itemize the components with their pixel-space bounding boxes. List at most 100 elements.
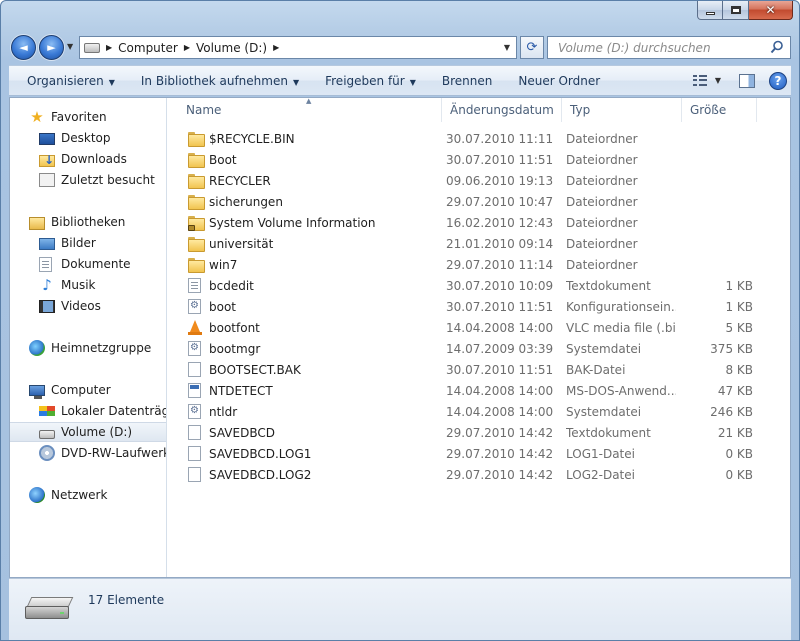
- file-row[interactable]: bootmgr 14.07.2009 03:39 Systemdatei 375 KB: [168, 338, 790, 359]
- navigation-pane: ★ Favoriten Desktop Downloads Zuletzt bes…: [10, 98, 167, 577]
- sidebar-libraries[interactable]: Bibliotheken: [10, 212, 166, 232]
- sidebar-item-desktop[interactable]: Desktop: [10, 128, 166, 148]
- breadcrumb-separator-icon[interactable]: ▶: [273, 43, 279, 52]
- sidebar-item-label: Desktop: [61, 131, 111, 145]
- sidebar-item-label: Favoriten: [51, 110, 107, 124]
- file-date-cell: 29.07.2010 14:42: [446, 425, 554, 440]
- file-name-cell: $RECYCLE.BIN: [188, 128, 438, 149]
- sidebar-item-music[interactable]: ♪ Musik: [10, 275, 166, 295]
- file-row[interactable]: $RECYCLE.BIN 30.07.2010 11:11 Dateiordner: [168, 128, 790, 149]
- file-row[interactable]: SAVEDBCD.LOG1 29.07.2010 14:42 LOG1-Datei 0…: [168, 443, 790, 464]
- file-row[interactable]: universität 21.01.2010 09:14 Dateiordner: [168, 233, 790, 254]
- breadcrumb-volume-d[interactable]: Volume (D:): [196, 41, 267, 55]
- sidebar-item-volume-d[interactable]: Volume (D:): [10, 422, 166, 442]
- file-date-cell: 14.04.2008 14:00: [446, 404, 554, 419]
- file-row[interactable]: boot 30.07.2010 11:51 Konfigurationsein...…: [168, 296, 790, 317]
- file-name: SAVEDBCD: [209, 425, 275, 440]
- dvd-drive-icon: [39, 445, 55, 461]
- sidebar-item-label: Volume (D:): [61, 425, 133, 439]
- sidebar-homegroup[interactable]: Heimnetzgruppe: [10, 338, 166, 358]
- breadcrumb-separator-icon[interactable]: ▶: [184, 43, 190, 52]
- address-history-dropdown[interactable]: ▼: [504, 43, 510, 52]
- file-size-cell: 375 KB: [710, 341, 753, 356]
- downloads-icon: [39, 153, 55, 167]
- burn-button[interactable]: Brennen: [434, 74, 500, 88]
- back-button[interactable]: ◄: [11, 35, 36, 60]
- file-date-cell: 09.06.2010 19:13: [446, 173, 554, 188]
- file-name: RECYCLER: [209, 173, 271, 188]
- sidebar-item-dvd-drive[interactable]: DVD-RW-Laufwerk (E:): [10, 443, 166, 463]
- computer-icon: [29, 385, 45, 399]
- sidebar-item-downloads[interactable]: Downloads: [10, 149, 166, 169]
- drive-large-icon: [25, 597, 74, 621]
- file-row[interactable]: BOOTSECT.BAK 30.07.2010 11:51 BAK-Datei 8 K…: [168, 359, 790, 380]
- file-date-cell: 30.07.2010 11:51: [446, 152, 554, 167]
- share-with-button[interactable]: Freigeben für ▼: [317, 74, 424, 88]
- minimize-icon: [705, 11, 715, 15]
- blank-file-icon: [188, 467, 201, 482]
- file-name-cell: BOOTSECT.BAK: [188, 359, 438, 380]
- file-date-cell: 30.07.2010 11:51: [446, 299, 554, 314]
- column-size[interactable]: Größe: [682, 98, 757, 122]
- file-size-cell: 5 KB: [725, 320, 753, 335]
- file-name-cell: RECYCLER: [188, 170, 438, 191]
- address-bar[interactable]: ▶ Computer ▶ Volume (D:) ▶ ▼: [79, 36, 517, 59]
- file-name: ntldr: [209, 404, 238, 419]
- breadcrumb-computer[interactable]: Computer: [118, 41, 178, 55]
- organize-button[interactable]: Organisieren ▼: [19, 74, 123, 88]
- file-type-cell: VLC media file (.bi...: [566, 320, 676, 335]
- file-row[interactable]: Boot 30.07.2010 11:51 Dateiordner: [168, 149, 790, 170]
- file-row[interactable]: bcdedit 30.07.2010 10:09 Textdokument 1 KB: [168, 275, 790, 296]
- file-type-cell: Dateiordner: [566, 173, 638, 188]
- column-type[interactable]: Typ: [562, 98, 682, 122]
- file-row[interactable]: ntldr 14.04.2008 14:00 Systemdatei 246 KB: [168, 401, 790, 422]
- help-icon[interactable]: ?: [769, 71, 787, 90]
- preview-pane-icon[interactable]: [739, 73, 755, 88]
- file-type-cell: Systemdatei: [566, 404, 642, 419]
- sidebar-item-pictures[interactable]: Bilder: [10, 233, 166, 253]
- vlc-icon: [188, 320, 202, 335]
- file-type-cell: Dateiordner: [566, 236, 638, 251]
- sidebar-favorites[interactable]: ★ Favoriten: [10, 107, 166, 127]
- sidebar-item-documents[interactable]: Dokumente: [10, 254, 166, 274]
- new-folder-button[interactable]: Neuer Ordner: [510, 74, 608, 88]
- sidebar-item-label: Zuletzt besucht: [61, 173, 155, 187]
- file-row[interactable]: SAVEDBCD.LOG2 29.07.2010 14:42 LOG2-Datei 0…: [168, 464, 790, 485]
- sidebar-computer[interactable]: Computer: [10, 380, 166, 400]
- chevron-down-icon: ▼: [409, 77, 416, 87]
- command-bar-right: ▼ ?: [692, 66, 791, 95]
- forward-arrow-icon: ►: [47, 41, 56, 54]
- folder-icon: [188, 153, 205, 168]
- system-file-icon: [188, 341, 201, 356]
- file-name: win7: [209, 257, 238, 272]
- file-name-cell: universität: [188, 233, 438, 254]
- file-row[interactable]: SAVEDBCD 29.07.2010 14:42 Textdokument 21 K…: [168, 422, 790, 443]
- view-options-chevron-icon[interactable]: ▼: [715, 76, 721, 85]
- file-row[interactable]: System Volume Information 16.02.2010 12:4…: [168, 212, 790, 233]
- file-row[interactable]: sicherungen 29.07.2010 10:47 Dateiordner: [168, 191, 790, 212]
- column-date-modified[interactable]: Änderungsdatum: [442, 98, 562, 122]
- file-date-cell: 14.07.2009 03:39: [446, 341, 554, 356]
- change-view-icon[interactable]: [692, 74, 707, 87]
- file-date-cell: 29.07.2010 11:14: [446, 257, 554, 272]
- recent-pages-dropdown[interactable]: ▼: [67, 42, 73, 51]
- close-button[interactable]: ✕: [749, 1, 793, 20]
- sidebar-item-videos[interactable]: Videos: [10, 296, 166, 316]
- file-row[interactable]: win7 29.07.2010 11:14 Dateiordner: [168, 254, 790, 275]
- include-in-library-button[interactable]: In Bibliothek aufnehmen ▼: [133, 74, 307, 88]
- search-input[interactable]: Volume (D:) durchsuchen: [547, 36, 791, 59]
- file-row[interactable]: RECYCLER 09.06.2010 19:13 Dateiordner: [168, 170, 790, 191]
- search-icon[interactable]: [770, 40, 784, 54]
- file-type-cell: Dateiordner: [566, 131, 638, 146]
- maximize-button[interactable]: [723, 1, 749, 20]
- sidebar-item-local-disk[interactable]: Lokaler Datenträger (C:): [10, 401, 166, 421]
- refresh-button[interactable]: ⟳: [520, 36, 544, 59]
- file-row[interactable]: NTDETECT 14.04.2008 14:00 MS-DOS-Anwend...…: [168, 380, 790, 401]
- sidebar-network[interactable]: Netzwerk: [10, 485, 166, 505]
- breadcrumb-separator-icon[interactable]: ▶: [106, 43, 112, 52]
- file-row[interactable]: bootfont 14.04.2008 14:00 VLC media file (…: [168, 317, 790, 338]
- minimize-button[interactable]: [697, 1, 723, 20]
- forward-button[interactable]: ►: [39, 35, 64, 60]
- file-name-cell: boot: [188, 296, 438, 317]
- sidebar-item-recent-places[interactable]: Zuletzt besucht: [10, 170, 166, 190]
